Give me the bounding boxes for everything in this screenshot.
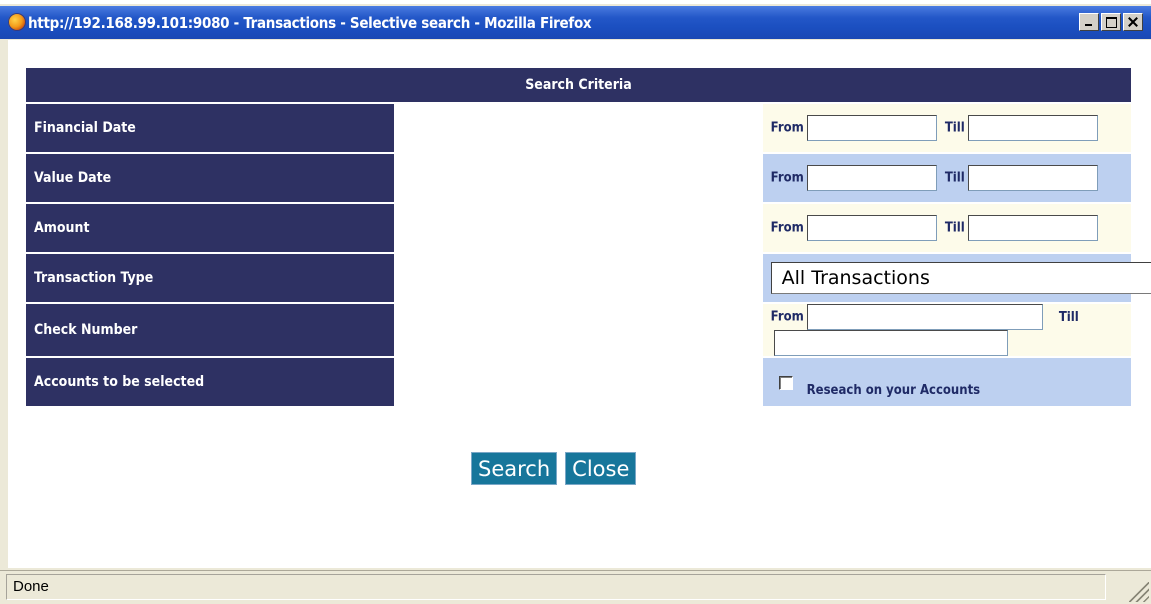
window-controls [1079,13,1143,31]
transaction-type-select[interactable]: All Transactions [770,262,1151,294]
amount-row: Amount From Till [26,204,1131,252]
firefox-icon [8,13,26,31]
close-button[interactable]: Close [565,452,637,485]
header-row: Search Criteria [26,68,1131,102]
transaction-type-row: Transaction Type All Transactions [26,254,1151,302]
accounts-row: Accounts to be selected Reseach on your … [26,358,1131,406]
check-number-till-input[interactable] [773,330,1008,356]
window-titlebar[interactable]: http://192.168.99.101:9080 - Transaction… [0,6,1151,39]
minimize-button[interactable] [1079,13,1099,31]
transaction-type-value: All Transactions [781,267,930,289]
window-title: http://192.168.99.101:9080 - Transaction… [28,14,592,32]
search-criteria-header: Search Criteria [26,68,1131,102]
till-label: Till [944,220,965,236]
financial-date-label: Financial Date [26,104,395,152]
page-content: Search Criteria Financial Date From Till … [8,40,1151,568]
maximize-button[interactable] [1101,13,1121,31]
maximize-icon [1106,17,1117,28]
status-text: Done [6,574,1106,600]
search-button[interactable]: Search [471,452,558,485]
value-date-row: Value Date From Till [26,154,1131,202]
accounts-label: Accounts to be selected [26,358,395,406]
financial-date-row: Financial Date From Till [26,104,1131,152]
till-label: Till [944,120,965,136]
amount-from-input[interactable] [806,215,937,241]
amount-label: Amount [26,204,395,252]
value-date-from-input[interactable] [806,165,937,191]
minimize-icon [1085,24,1092,26]
from-label: From [770,120,804,136]
from-label: From [770,220,804,236]
check-number-label: Check Number [26,304,395,356]
search-criteria-table: Search Criteria Financial Date From Till … [26,66,1151,408]
from-label: From [770,170,804,186]
transaction-type-label: Transaction Type [26,254,395,302]
financial-date-till-input[interactable] [967,115,1098,141]
top-strip [0,0,1151,4]
research-accounts-label: Reseach on your Accounts [806,382,981,398]
financial-date-from-input[interactable] [806,115,937,141]
check-number-from-input[interactable] [806,304,1043,330]
resize-grip-icon[interactable] [1129,582,1149,602]
amount-till-input[interactable] [967,215,1098,241]
form-buttons: Search Close [471,452,637,485]
status-bar: Done [0,570,1151,604]
value-date-till-input[interactable] [967,165,1098,191]
till-label: Till [1058,309,1079,325]
check-number-row: Check Number From Till [26,304,1131,356]
close-window-button[interactable] [1123,13,1143,31]
till-label: Till [944,170,965,186]
research-accounts-checkbox[interactable] [778,376,793,390]
from-label: From [770,309,804,325]
value-date-label: Value Date [26,154,395,202]
